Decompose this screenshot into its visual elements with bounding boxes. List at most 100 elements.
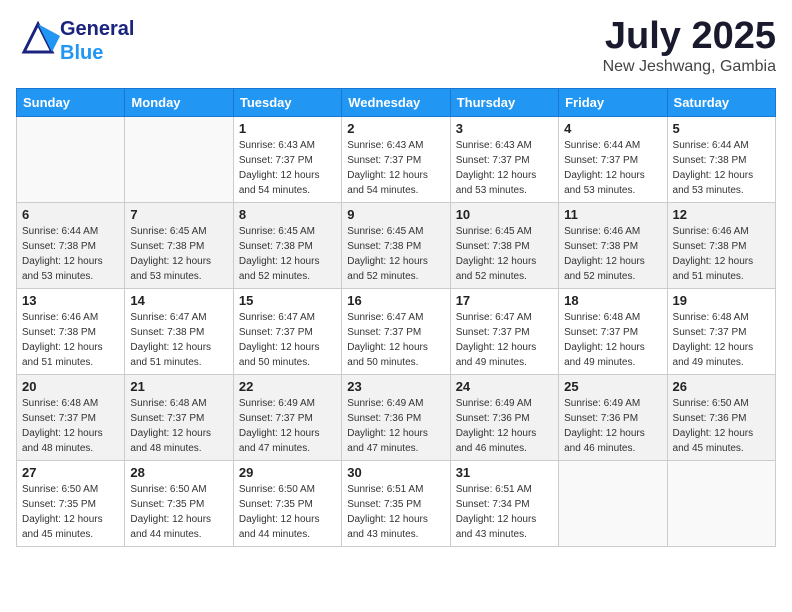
calendar-cell: 28 Sunrise: 6:50 AMSunset: 7:35 PMDayligh… [125, 460, 233, 546]
day-number: 31 [456, 465, 553, 480]
calendar-cell [667, 460, 775, 546]
day-info: Sunrise: 6:45 AMSunset: 7:38 PMDaylight:… [130, 224, 227, 284]
day-number: 28 [130, 465, 227, 480]
day-number: 2 [347, 121, 444, 136]
day-number: 11 [564, 207, 661, 222]
day-info: Sunrise: 6:44 AMSunset: 7:38 PMDaylight:… [22, 224, 119, 284]
day-info: Sunrise: 6:48 AMSunset: 7:37 PMDaylight:… [22, 396, 119, 456]
day-info: Sunrise: 6:51 AMSunset: 7:35 PMDaylight:… [347, 482, 444, 542]
calendar-week-row: 27 Sunrise: 6:50 AMSunset: 7:35 PMDayligh… [17, 460, 776, 546]
day-number: 8 [239, 207, 336, 222]
title-block: July 2025 New Jeshwang, Gambia [603, 16, 776, 76]
day-number: 6 [22, 207, 119, 222]
day-info: Sunrise: 6:49 AMSunset: 7:36 PMDaylight:… [347, 396, 444, 456]
calendar-cell: 2Sunrise: 6:43 AMSunset: 7:37 PMDaylight… [342, 116, 450, 202]
weekday-header-tuesday: Tuesday [233, 88, 341, 116]
day-number: 27 [22, 465, 119, 480]
day-number: 25 [564, 379, 661, 394]
calendar-cell: 10 Sunrise: 6:45 AMSunset: 7:38 PMDayligh… [450, 202, 558, 288]
day-info: Sunrise: 6:48 AMSunset: 7:37 PMDaylight:… [130, 396, 227, 456]
calendar-cell [17, 116, 125, 202]
calendar-cell: 25 Sunrise: 6:49 AMSunset: 7:36 PMDayligh… [559, 374, 667, 460]
calendar-cell [559, 460, 667, 546]
day-info: Sunrise: 6:43 AMSunset: 7:37 PMDaylight:… [456, 138, 553, 198]
weekday-header-sunday: Sunday [17, 88, 125, 116]
day-info: Sunrise: 6:44 AMSunset: 7:38 PMDaylight:… [673, 138, 770, 198]
calendar-cell: 3 Sunrise: 6:43 AMSunset: 7:37 PMDaylight… [450, 116, 558, 202]
calendar-cell: 16 Sunrise: 6:47 AMSunset: 7:37 PMDayligh… [342, 288, 450, 374]
day-info: Sunrise: 6:44 AMSunset: 7:37 PMDaylight:… [564, 138, 661, 198]
calendar-cell: 18 Sunrise: 6:48 AMSunset: 7:37 PMDayligh… [559, 288, 667, 374]
calendar-week-row: 20Sunrise: 6:48 AMSunset: 7:37 PMDayligh… [17, 374, 776, 460]
day-info: Sunrise: 6:49 AMSunset: 7:37 PMDaylight:… [239, 396, 336, 456]
day-number: 30 [347, 465, 444, 480]
day-info: Sunrise: 6:46 AMSunset: 7:38 PMDaylight:… [22, 310, 119, 370]
day-number: 10 [456, 207, 553, 222]
day-info: Sunrise: 6:45 AMSunset: 7:38 PMDaylight:… [239, 224, 336, 284]
logo-graphic [16, 16, 60, 65]
day-info: Sunrise: 6:49 AMSunset: 7:36 PMDaylight:… [564, 396, 661, 456]
day-info: Sunrise: 6:48 AMSunset: 7:37 PMDaylight:… [564, 310, 661, 370]
month-title: July 2025 [603, 16, 776, 58]
day-info: Sunrise: 6:48 AMSunset: 7:37 PMDaylight:… [673, 310, 770, 370]
location: New Jeshwang, Gambia [603, 58, 776, 76]
day-number: 1 [239, 121, 336, 136]
weekday-header-friday: Friday [559, 88, 667, 116]
calendar-week-row: 13Sunrise: 6:46 AMSunset: 7:38 PMDayligh… [17, 288, 776, 374]
day-number: 5 [673, 121, 770, 136]
calendar-cell: 21 Sunrise: 6:48 AMSunset: 7:37 PMDayligh… [125, 374, 233, 460]
day-info: Sunrise: 6:45 AMSunset: 7:38 PMDaylight:… [347, 224, 444, 284]
weekday-header-wednesday: Wednesday [342, 88, 450, 116]
calendar-cell: 4 Sunrise: 6:44 AMSunset: 7:37 PMDaylight… [559, 116, 667, 202]
day-info: Sunrise: 6:50 AMSunset: 7:35 PMDaylight:… [239, 482, 336, 542]
calendar-cell: 27 Sunrise: 6:50 AMSunset: 7:35 PMDayligh… [17, 460, 125, 546]
calendar-week-row: 1 Sunrise: 6:43 AMSunset: 7:37 PMDaylight… [17, 116, 776, 202]
day-info: Sunrise: 6:47 AMSunset: 7:38 PMDaylight:… [130, 310, 227, 370]
calendar-cell: 29 Sunrise: 6:50 AMSunset: 7:35 PMDayligh… [233, 460, 341, 546]
day-number: 16 [347, 293, 444, 308]
calendar-cell: 22 Sunrise: 6:49 AMSunset: 7:37 PMDayligh… [233, 374, 341, 460]
day-number: 29 [239, 465, 336, 480]
calendar-cell: 23 Sunrise: 6:49 AMSunset: 7:36 PMDayligh… [342, 374, 450, 460]
day-number: 21 [130, 379, 227, 394]
logo-blue: Blue [60, 41, 134, 65]
day-number: 14 [130, 293, 227, 308]
day-number: 18 [564, 293, 661, 308]
day-number: 19 [673, 293, 770, 308]
day-number: 23 [347, 379, 444, 394]
calendar-cell: 30 Sunrise: 6:51 AMSunset: 7:35 PMDayligh… [342, 460, 450, 546]
day-info: Sunrise: 6:47 AMSunset: 7:37 PMDaylight:… [239, 310, 336, 370]
day-info: Sunrise: 6:47 AMSunset: 7:37 PMDaylight:… [347, 310, 444, 370]
page-header: General Blue July 2025 New Jeshwang, Gam… [16, 16, 776, 76]
day-info: Sunrise: 6:50 AMSunset: 7:35 PMDaylight:… [130, 482, 227, 542]
day-number: 22 [239, 379, 336, 394]
calendar-cell: 14 Sunrise: 6:47 AMSunset: 7:38 PMDayligh… [125, 288, 233, 374]
day-info: Sunrise: 6:45 AMSunset: 7:38 PMDaylight:… [456, 224, 553, 284]
calendar-cell: 6 Sunrise: 6:44 AMSunset: 7:38 PMDaylight… [17, 202, 125, 288]
logo: General Blue [16, 16, 134, 65]
calendar-cell: 13Sunrise: 6:46 AMSunset: 7:38 PMDayligh… [17, 288, 125, 374]
calendar-cell: 9Sunrise: 6:45 AMSunset: 7:38 PMDaylight… [342, 202, 450, 288]
calendar-cell: 15 Sunrise: 6:47 AMSunset: 7:37 PMDayligh… [233, 288, 341, 374]
day-number: 3 [456, 121, 553, 136]
calendar-cell: 19 Sunrise: 6:48 AMSunset: 7:37 PMDayligh… [667, 288, 775, 374]
calendar-cell: 31 Sunrise: 6:51 AMSunset: 7:34 PMDayligh… [450, 460, 558, 546]
day-number: 15 [239, 293, 336, 308]
day-info: Sunrise: 6:50 AMSunset: 7:35 PMDaylight:… [22, 482, 119, 542]
calendar-cell: 17Sunrise: 6:47 AMSunset: 7:37 PMDayligh… [450, 288, 558, 374]
day-info: Sunrise: 6:47 AMSunset: 7:37 PMDaylight:… [456, 310, 553, 370]
weekday-header-saturday: Saturday [667, 88, 775, 116]
calendar-cell: 7Sunrise: 6:45 AMSunset: 7:38 PMDaylight… [125, 202, 233, 288]
calendar-cell: 26Sunrise: 6:50 AMSunset: 7:36 PMDayligh… [667, 374, 775, 460]
day-info: Sunrise: 6:46 AMSunset: 7:38 PMDaylight:… [673, 224, 770, 284]
calendar-cell: 20Sunrise: 6:48 AMSunset: 7:37 PMDayligh… [17, 374, 125, 460]
calendar-table: SundayMondayTuesdayWednesdayThursdayFrid… [16, 88, 776, 547]
day-info: Sunrise: 6:51 AMSunset: 7:34 PMDaylight:… [456, 482, 553, 542]
weekday-header-thursday: Thursday [450, 88, 558, 116]
day-number: 24 [456, 379, 553, 394]
logo-general: General [60, 17, 134, 41]
day-number: 12 [673, 207, 770, 222]
day-info: Sunrise: 6:46 AMSunset: 7:38 PMDaylight:… [564, 224, 661, 284]
day-number: 4 [564, 121, 661, 136]
day-number: 26 [673, 379, 770, 394]
